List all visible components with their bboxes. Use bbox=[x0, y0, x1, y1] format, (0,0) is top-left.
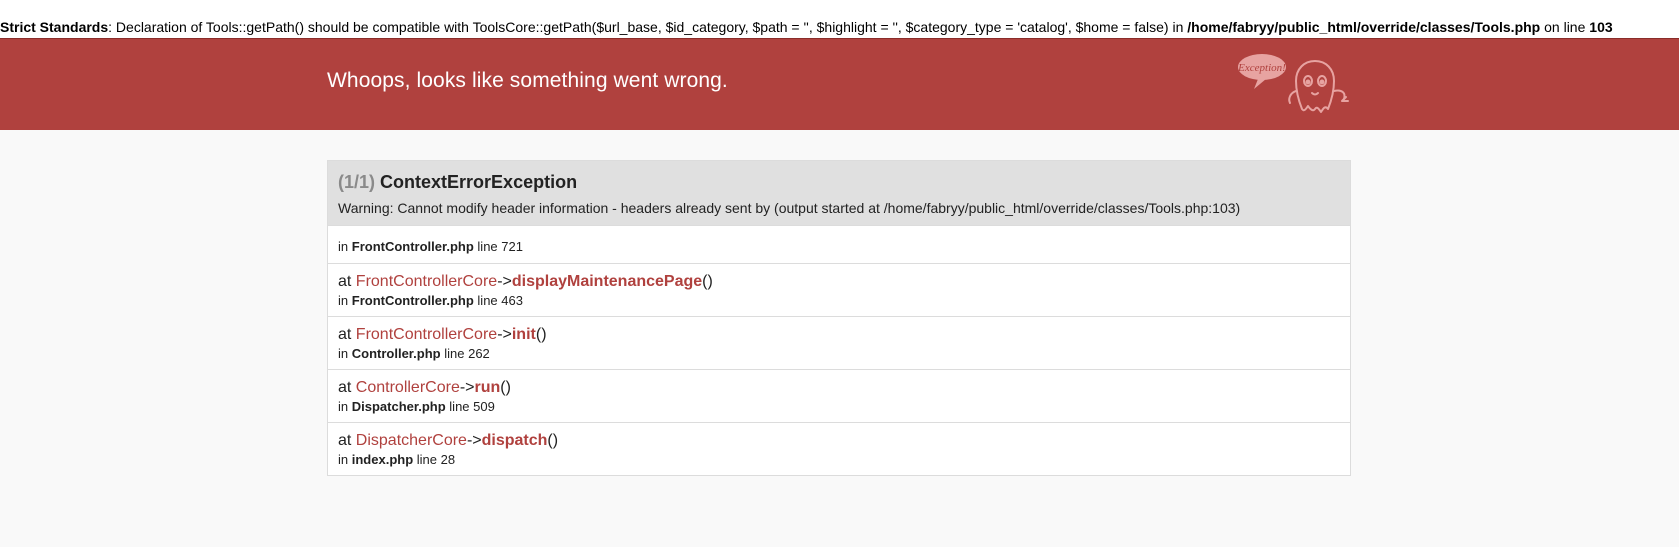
trace-class[interactable]: FrontControllerCore bbox=[356, 326, 497, 343]
trace-arrow: -> bbox=[459, 379, 475, 396]
trace-class[interactable]: DispatcherCore bbox=[356, 432, 467, 449]
trace-line-label: line bbox=[416, 452, 438, 467]
trace-line-label: line bbox=[444, 346, 465, 361]
strict-standards-warning: Strict Standards: Declaration of Tools::… bbox=[0, 0, 1679, 38]
trace-row: at FrontControllerCore->init() in Contro… bbox=[328, 316, 1350, 369]
trace-parens: () bbox=[535, 326, 547, 343]
error-banner: Whoops, looks like something went wrong.… bbox=[0, 38, 1679, 130]
exception-logo-text: Exception! bbox=[1237, 62, 1286, 74]
trace-file: FrontController.php bbox=[351, 239, 474, 254]
warning-on-line: on line bbox=[1540, 19, 1590, 35]
trace-arrow: -> bbox=[466, 432, 482, 449]
trace-row: at FrontControllerCore->displayMaintenan… bbox=[328, 263, 1350, 316]
trace-line-label: line bbox=[477, 239, 498, 254]
warning-line: 103 bbox=[1589, 19, 1613, 35]
trace-file: FrontController.php bbox=[351, 293, 474, 308]
trace-arrow: -> bbox=[497, 326, 512, 343]
exception-count: (1/1) bbox=[338, 172, 376, 192]
trace-row: at ControllerCore->run() in Dispatcher.p… bbox=[328, 369, 1350, 422]
trace-at-label: at bbox=[338, 432, 352, 449]
trace-method[interactable]: init bbox=[512, 326, 536, 343]
trace-in-label: in bbox=[338, 399, 349, 414]
exception-message: Warning: Cannot modify header informatio… bbox=[338, 200, 1241, 216]
trace-method[interactable]: dispatch bbox=[482, 432, 548, 449]
trace-file: index.php bbox=[351, 452, 414, 467]
trace-in-label: in bbox=[338, 239, 349, 254]
trace-row: in FrontController.php line 721 bbox=[328, 225, 1350, 263]
exception-name: ContextErrorException bbox=[380, 172, 578, 192]
trace-parens: () bbox=[500, 379, 511, 396]
trace-method[interactable]: run bbox=[475, 379, 501, 396]
trace-at-label: at bbox=[338, 273, 352, 290]
trace-line-label: line bbox=[477, 293, 498, 308]
trace-line-number: 721 bbox=[501, 239, 523, 254]
trace-line-label: line bbox=[449, 399, 470, 414]
trace-file: Dispatcher.php bbox=[351, 399, 446, 414]
trace-line-number: 262 bbox=[468, 346, 490, 361]
warning-prefix: Strict Standards bbox=[0, 19, 109, 35]
warning-message: : Declaration of Tools::getPath() should… bbox=[108, 19, 1188, 35]
warning-file: /home/fabryy/public_html/override/classe… bbox=[1187, 19, 1541, 35]
trace-parens: () bbox=[702, 273, 713, 290]
trace-at-label: at bbox=[338, 379, 352, 396]
trace-parens: () bbox=[547, 432, 559, 449]
trace-method[interactable]: displayMaintenancePage bbox=[512, 273, 702, 290]
trace-class[interactable]: FrontControllerCore bbox=[356, 273, 497, 290]
exception-panel: (1/1) ContextErrorException Warning: Can… bbox=[327, 160, 1351, 476]
page-title: Whoops, looks like something went wrong. bbox=[327, 69, 728, 92]
trace-class[interactable]: ControllerCore bbox=[356, 379, 460, 396]
trace-file: Controller.php bbox=[351, 346, 441, 361]
trace-in-label: in bbox=[338, 452, 349, 467]
trace-in-label: in bbox=[338, 346, 349, 361]
trace-line-number: 463 bbox=[501, 293, 523, 308]
trace-row: at DispatcherCore->dispatch() in index.p… bbox=[328, 422, 1350, 475]
ghost-icon: Exception! bbox=[1237, 54, 1349, 113]
trace-line-number: 28 bbox=[440, 452, 456, 467]
trace-at-label: at bbox=[338, 326, 352, 343]
trace-line-number: 509 bbox=[473, 399, 495, 414]
trace-arrow: -> bbox=[497, 273, 512, 290]
trace-in-label: in bbox=[338, 293, 349, 308]
exception-header: (1/1) ContextErrorException Warning: Can… bbox=[328, 161, 1350, 225]
